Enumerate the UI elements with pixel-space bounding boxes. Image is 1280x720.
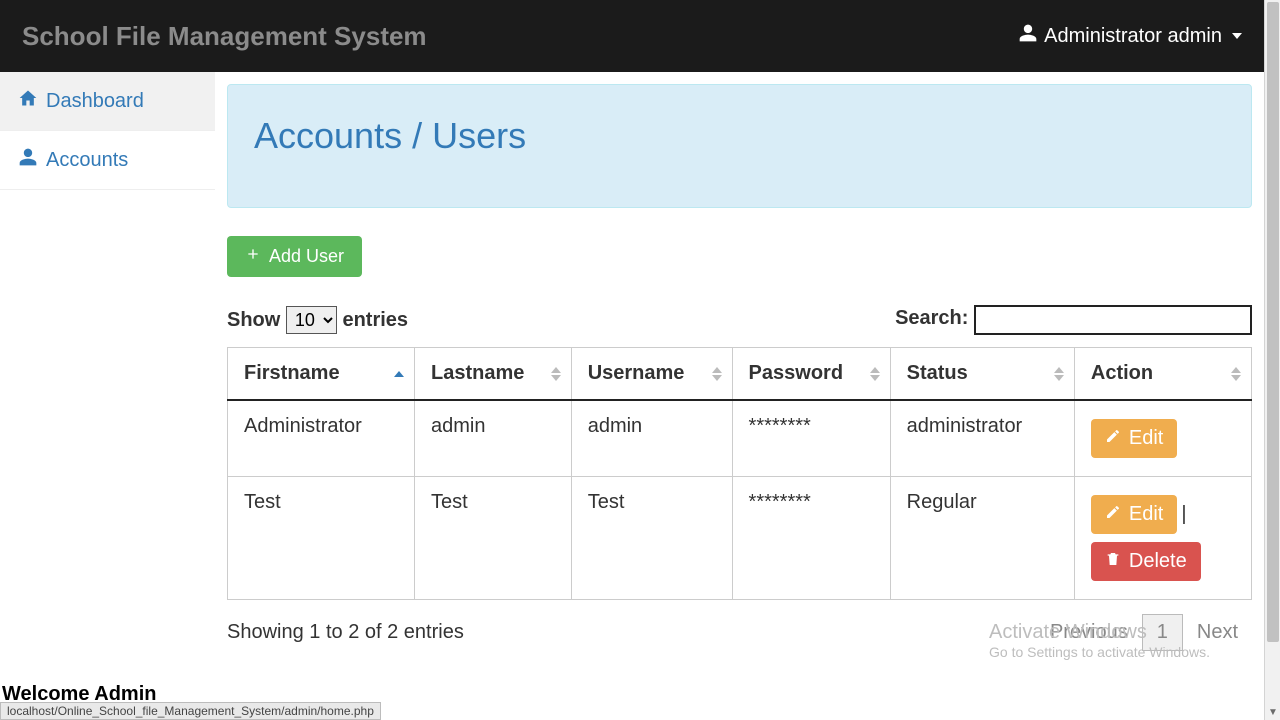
sort-icon bbox=[712, 367, 722, 381]
delete-button[interactable]: Delete bbox=[1091, 542, 1201, 581]
statusbar-url: localhost/Online_School_file_Management_… bbox=[0, 702, 381, 720]
col-username[interactable]: Username bbox=[571, 348, 732, 401]
user-icon bbox=[1018, 23, 1038, 49]
user-icon bbox=[18, 147, 38, 173]
page-prev[interactable]: Previous bbox=[1036, 615, 1142, 650]
sidebar-item-accounts[interactable]: Accounts bbox=[0, 131, 215, 190]
table-row: Administrator admin admin ******** admin… bbox=[228, 400, 1252, 477]
edit-icon bbox=[1105, 503, 1121, 526]
cell-lastname: Test bbox=[415, 477, 572, 600]
sidebar-item-dashboard[interactable]: Dashboard bbox=[0, 72, 215, 131]
cell-status: Regular bbox=[890, 477, 1074, 600]
add-user-label: Add User bbox=[269, 246, 344, 267]
col-label: Password bbox=[749, 362, 843, 384]
sidebar: Dashboard Accounts bbox=[0, 72, 215, 651]
edit-icon bbox=[1105, 427, 1121, 450]
edit-button[interactable]: Edit bbox=[1091, 419, 1177, 458]
col-lastname[interactable]: Lastname bbox=[415, 348, 572, 401]
col-label: Firstname bbox=[244, 362, 340, 384]
edit-button[interactable]: Edit bbox=[1091, 495, 1177, 534]
search-input[interactable] bbox=[974, 305, 1252, 335]
user-menu[interactable]: Administrator admin bbox=[1018, 23, 1242, 49]
sidebar-item-label: Accounts bbox=[46, 149, 128, 172]
cell-username: Test bbox=[571, 477, 732, 600]
page-number[interactable]: 1 bbox=[1142, 614, 1183, 651]
user-label: Administrator admin bbox=[1044, 25, 1222, 48]
add-user-button[interactable]: Add User bbox=[227, 236, 362, 277]
cell-status: administrator bbox=[890, 400, 1074, 477]
search-label: Search: bbox=[895, 307, 968, 329]
cell-lastname: admin bbox=[415, 400, 572, 477]
sort-icon bbox=[394, 371, 404, 377]
search-control: Search: bbox=[895, 305, 1252, 335]
col-password[interactable]: Password bbox=[732, 348, 890, 401]
action-separator: | bbox=[1177, 503, 1190, 525]
cell-action: Edit bbox=[1074, 400, 1251, 477]
sort-icon bbox=[551, 367, 561, 381]
scroll-down-icon[interactable]: ▼ bbox=[1265, 704, 1280, 720]
sort-icon bbox=[1231, 367, 1241, 381]
datatable-footer: Showing 1 to 2 of 2 entries Previous 1 N… bbox=[227, 614, 1252, 651]
page-title: Accounts / Users bbox=[254, 115, 1225, 157]
length-select[interactable]: 10 bbox=[286, 306, 337, 334]
navbar: School File Management System Administra… bbox=[0, 0, 1264, 72]
main-content: Accounts / Users Add User Show 10 entrie… bbox=[215, 72, 1264, 651]
col-label: Username bbox=[588, 362, 685, 384]
vertical-scrollbar[interactable]: ▲ ▼ bbox=[1264, 0, 1280, 720]
scroll-thumb[interactable] bbox=[1267, 2, 1279, 642]
cell-password: ******** bbox=[732, 400, 890, 477]
delete-label: Delete bbox=[1129, 550, 1187, 573]
cell-action: Edit | Delete bbox=[1074, 477, 1251, 600]
plus-icon bbox=[245, 246, 261, 267]
home-icon bbox=[18, 88, 38, 114]
table-row: Test Test Test ******** Regular Edit | D… bbox=[228, 477, 1252, 600]
pagination: Previous 1 Next bbox=[1036, 614, 1252, 651]
table-header-row: Firstname Lastname Username Password bbox=[228, 348, 1252, 401]
page-header-panel: Accounts / Users bbox=[227, 84, 1252, 208]
edit-label: Edit bbox=[1129, 427, 1163, 450]
cell-username: admin bbox=[571, 400, 732, 477]
brand-title: School File Management System bbox=[22, 21, 427, 52]
col-action[interactable]: Action bbox=[1074, 348, 1251, 401]
page-next[interactable]: Next bbox=[1183, 615, 1252, 650]
datatable-info: Showing 1 to 2 of 2 entries bbox=[227, 621, 464, 644]
sidebar-item-label: Dashboard bbox=[46, 90, 144, 113]
caret-down-icon bbox=[1232, 33, 1242, 39]
col-firstname[interactable]: Firstname bbox=[228, 348, 415, 401]
col-label: Action bbox=[1091, 362, 1153, 384]
length-control: Show 10 entries bbox=[227, 306, 408, 334]
length-suffix: entries bbox=[342, 309, 408, 331]
users-table: Firstname Lastname Username Password bbox=[227, 347, 1252, 600]
trash-icon bbox=[1105, 550, 1121, 573]
sort-icon bbox=[1054, 367, 1064, 381]
col-label: Status bbox=[907, 362, 968, 384]
sort-icon bbox=[870, 367, 880, 381]
cell-password: ******** bbox=[732, 477, 890, 600]
cell-firstname: Test bbox=[228, 477, 415, 600]
col-status[interactable]: Status bbox=[890, 348, 1074, 401]
edit-label: Edit bbox=[1129, 503, 1163, 526]
length-prefix: Show bbox=[227, 309, 280, 331]
datatable-controls: Show 10 entries Search: bbox=[227, 305, 1252, 335]
col-label: Lastname bbox=[431, 362, 524, 384]
cell-firstname: Administrator bbox=[228, 400, 415, 477]
